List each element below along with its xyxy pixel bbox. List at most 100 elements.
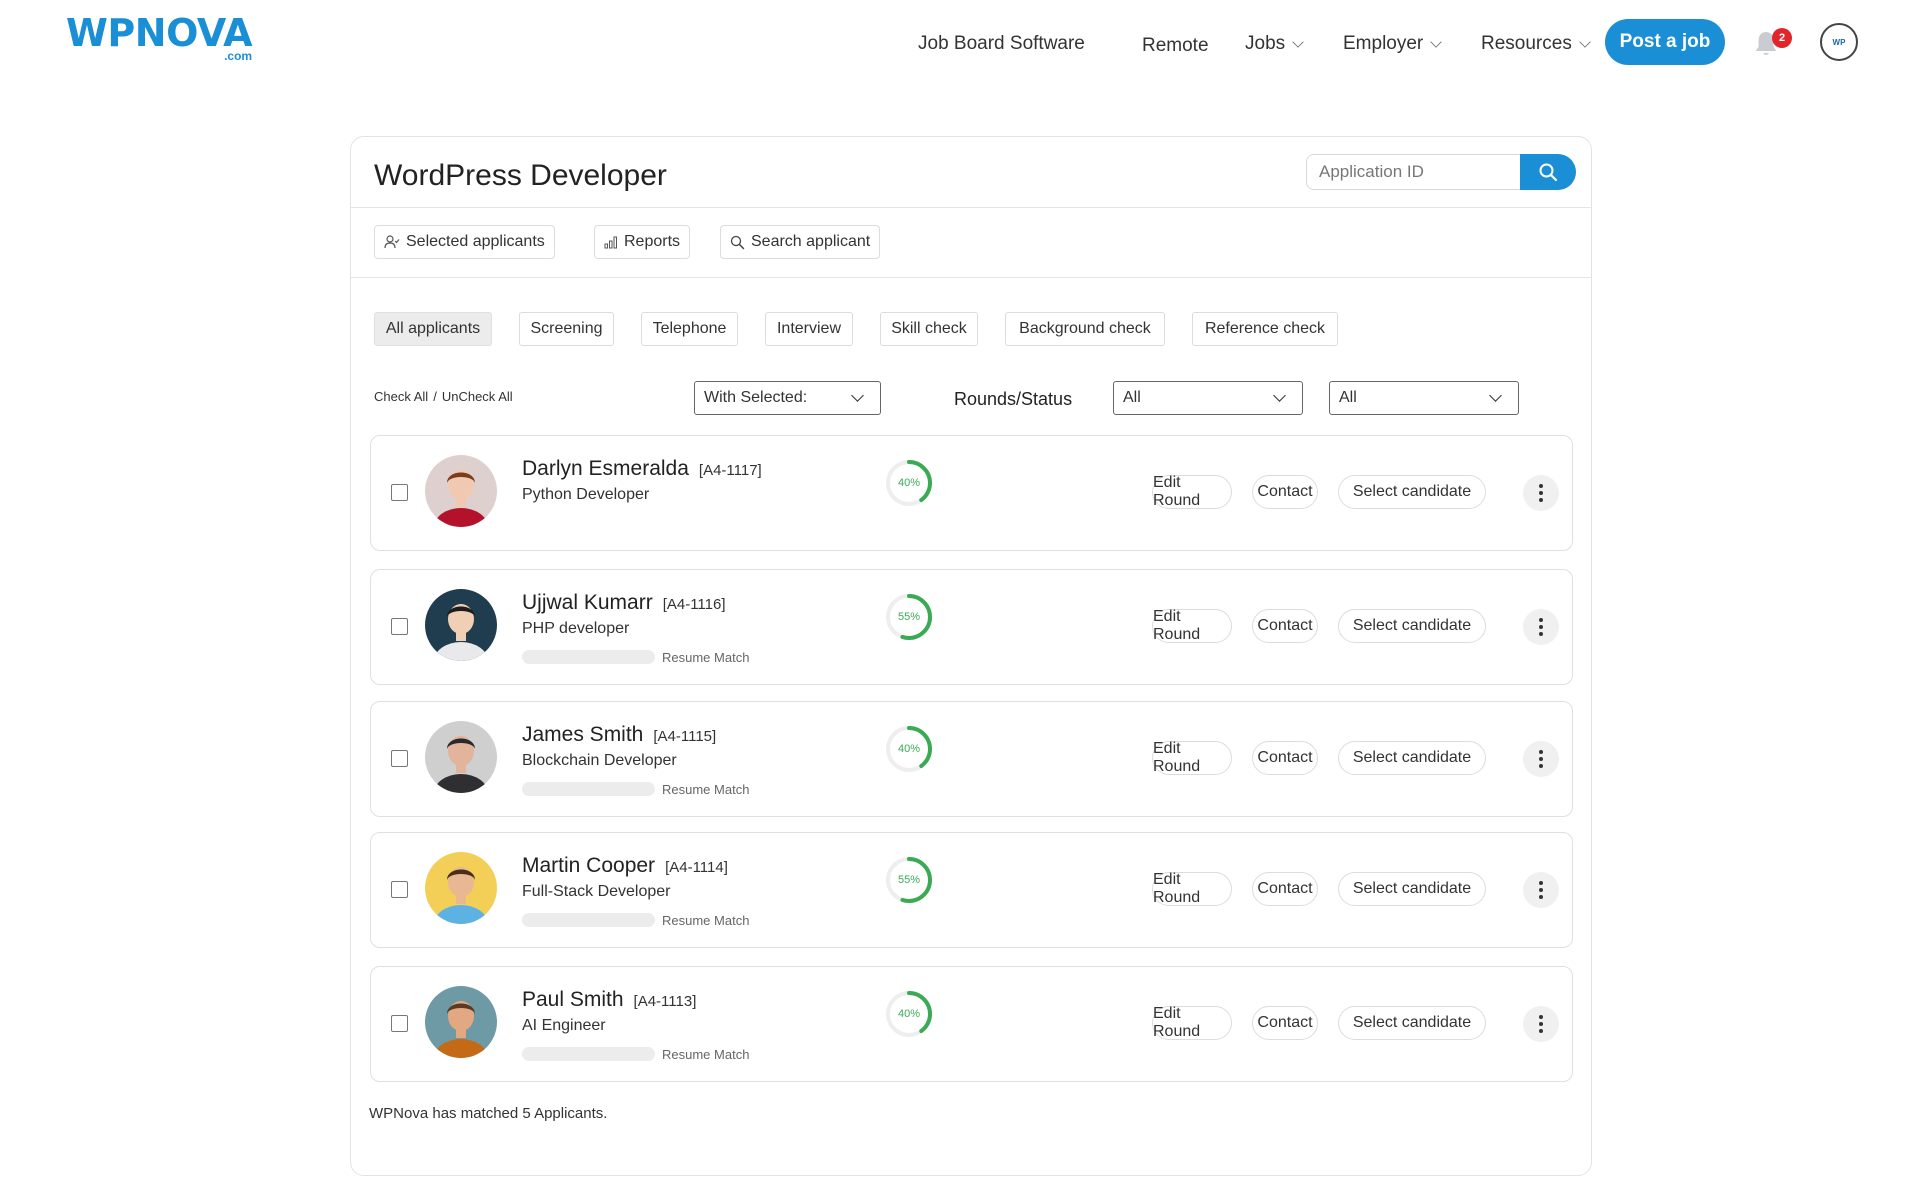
- score-percent: 40%: [897, 477, 921, 489]
- contact-button[interactable]: Contact: [1252, 609, 1318, 643]
- nav-label: Remote: [1142, 35, 1209, 56]
- applicant-checkbox[interactable]: [391, 484, 408, 501]
- search-button[interactable]: [1520, 154, 1576, 190]
- tab-background-check[interactable]: Background check: [1005, 312, 1165, 346]
- status-filter-dropdown[interactable]: All: [1329, 381, 1519, 415]
- applicant-name[interactable]: Martin Cooper: [522, 854, 655, 878]
- applicant-role: AI Engineer: [522, 1017, 606, 1034]
- applicant-row: Ujjwal Kumarr [A4-1116] PHP developer Re…: [370, 569, 1573, 685]
- uncheck-all-link[interactable]: UnCheck All: [442, 389, 513, 404]
- applicant-id: [A4-1117]: [698, 462, 762, 479]
- applicant-row: Martin Cooper [A4-1114] Full-Stack Devel…: [370, 832, 1573, 948]
- nav-employer[interactable]: Employer: [1343, 30, 1442, 58]
- select-candidate-button[interactable]: Select candidate: [1338, 872, 1486, 906]
- select-candidate-button[interactable]: Select candidate: [1338, 1006, 1486, 1040]
- chevron-down-icon: [1273, 389, 1286, 402]
- chevron-down-icon: [1579, 36, 1591, 48]
- chevron-down-icon: [851, 389, 864, 402]
- person-photo-icon: [425, 721, 497, 793]
- reports-button[interactable]: Reports: [594, 225, 691, 259]
- tab-all-applicants[interactable]: All applicants: [374, 312, 492, 346]
- round-filter-dropdown[interactable]: All: [1113, 381, 1303, 415]
- applicant-checkbox[interactable]: [391, 618, 408, 635]
- tab-telephone[interactable]: Telephone: [641, 312, 738, 346]
- user-avatar[interactable]: WP: [1820, 23, 1858, 61]
- divider: [351, 277, 1591, 278]
- more-options-button[interactable]: [1523, 872, 1559, 908]
- more-options-button[interactable]: [1523, 1006, 1559, 1042]
- more-vertical-icon: [1539, 483, 1543, 504]
- notification-badge: 2: [1772, 28, 1792, 48]
- applicant-checkbox[interactable]: [391, 750, 408, 767]
- score-percent: 55%: [897, 874, 921, 886]
- select-candidate-button[interactable]: Select candidate: [1338, 475, 1486, 509]
- wpnova-logo[interactable]: WPNOVA .com: [66, 11, 253, 62]
- search-applicant-label: Search applicant: [751, 233, 871, 250]
- applicant-role: Blockchain Developer: [522, 752, 677, 769]
- contact-button[interactable]: Contact: [1252, 1006, 1318, 1040]
- status-filter-value: All: [1339, 389, 1357, 406]
- nav-remote[interactable]: Remote: [1142, 32, 1209, 60]
- applicant-checkbox[interactable]: [391, 881, 408, 898]
- with-selected-dropdown[interactable]: With Selected:: [694, 381, 881, 415]
- chevron-down-icon: [1489, 389, 1502, 402]
- contact-button[interactable]: Contact: [1252, 475, 1318, 509]
- edit-round-button[interactable]: Edit Round: [1152, 608, 1232, 643]
- nav-job-board-software[interactable]: Job Board Software: [918, 30, 1085, 58]
- score-ring: 40%: [884, 724, 934, 774]
- applicant-row: Paul Smith [A4-1113] AI Engineer Resume …: [370, 966, 1573, 1082]
- with-selected-value: With Selected:: [704, 389, 808, 406]
- selected-applicants-label: Selected applicants: [406, 233, 545, 250]
- search-icon: [1539, 163, 1558, 182]
- nav-resources[interactable]: Resources: [1481, 30, 1591, 58]
- applicants-panel: WordPress Developer Selected applicants …: [350, 136, 1592, 1176]
- resume-match-bar: [522, 650, 655, 664]
- selected-applicants-button[interactable]: Selected applicants: [374, 225, 555, 259]
- match-summary: WPNova has matched 5 Applicants.: [369, 1105, 608, 1122]
- score-ring: 55%: [884, 855, 934, 905]
- post-job-button[interactable]: Post a job: [1605, 19, 1725, 65]
- reports-label: Reports: [624, 233, 681, 250]
- resume-match-label: Resume Match: [662, 1047, 750, 1062]
- more-options-button[interactable]: [1523, 741, 1559, 777]
- applicant-name[interactable]: Darlyn Esmeralda: [522, 457, 689, 481]
- tab-screening[interactable]: Screening: [519, 312, 614, 346]
- select-candidate-button[interactable]: Select candidate: [1338, 609, 1486, 643]
- check-all-link[interactable]: Check All: [374, 389, 428, 404]
- more-options-button[interactable]: [1523, 475, 1559, 511]
- edit-round-button[interactable]: Edit Round: [1152, 1005, 1232, 1040]
- applicant-id: [A4-1115]: [653, 728, 717, 745]
- logo-word: WPNOVA: [66, 11, 253, 55]
- avatar: [425, 721, 497, 793]
- tab-interview[interactable]: Interview: [765, 312, 853, 346]
- contact-button[interactable]: Contact: [1252, 741, 1318, 775]
- edit-round-button[interactable]: Edit Round: [1152, 474, 1232, 509]
- round-filter-value: All: [1123, 389, 1141, 406]
- nav-label: Job Board Software: [918, 33, 1085, 54]
- search-icon: [730, 235, 745, 249]
- applicant-name[interactable]: Ujjwal Kumarr: [522, 591, 653, 615]
- application-id-input[interactable]: [1306, 154, 1522, 190]
- select-candidate-button[interactable]: Select candidate: [1338, 741, 1486, 775]
- tab-skill-check[interactable]: Skill check: [880, 312, 978, 346]
- score-ring: 40%: [884, 989, 934, 1039]
- chevron-down-icon: [1292, 36, 1304, 48]
- more-options-button[interactable]: [1523, 609, 1559, 645]
- applicant-role: PHP developer: [522, 620, 630, 637]
- applicant-name-line: Paul Smith [A4-1113]: [522, 988, 696, 1012]
- contact-button[interactable]: Contact: [1252, 872, 1318, 906]
- nav-label: Employer: [1343, 33, 1424, 54]
- applicant-name[interactable]: James Smith: [522, 723, 643, 747]
- search-applicant-button[interactable]: Search applicant: [720, 225, 881, 259]
- applicant-name[interactable]: Paul Smith: [522, 988, 624, 1012]
- nav-jobs[interactable]: Jobs: [1245, 30, 1304, 58]
- avatar: [425, 852, 497, 924]
- person-photo-icon: [425, 852, 497, 924]
- avatar: [425, 986, 497, 1058]
- tab-reference-check[interactable]: Reference check: [1192, 312, 1338, 346]
- applicant-name-line: James Smith [A4-1115]: [522, 723, 716, 747]
- applicant-checkbox[interactable]: [391, 1015, 408, 1032]
- resume-match-bar: [522, 913, 655, 927]
- edit-round-button[interactable]: Edit Round: [1152, 740, 1232, 775]
- edit-round-button[interactable]: Edit Round: [1152, 871, 1232, 906]
